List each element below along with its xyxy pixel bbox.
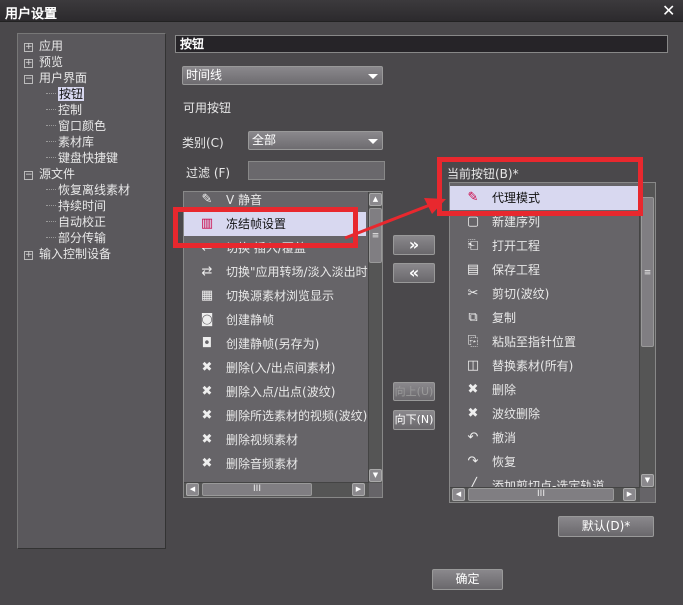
annotation-arrow (344, 198, 446, 240)
arrow-line (344, 203, 431, 240)
